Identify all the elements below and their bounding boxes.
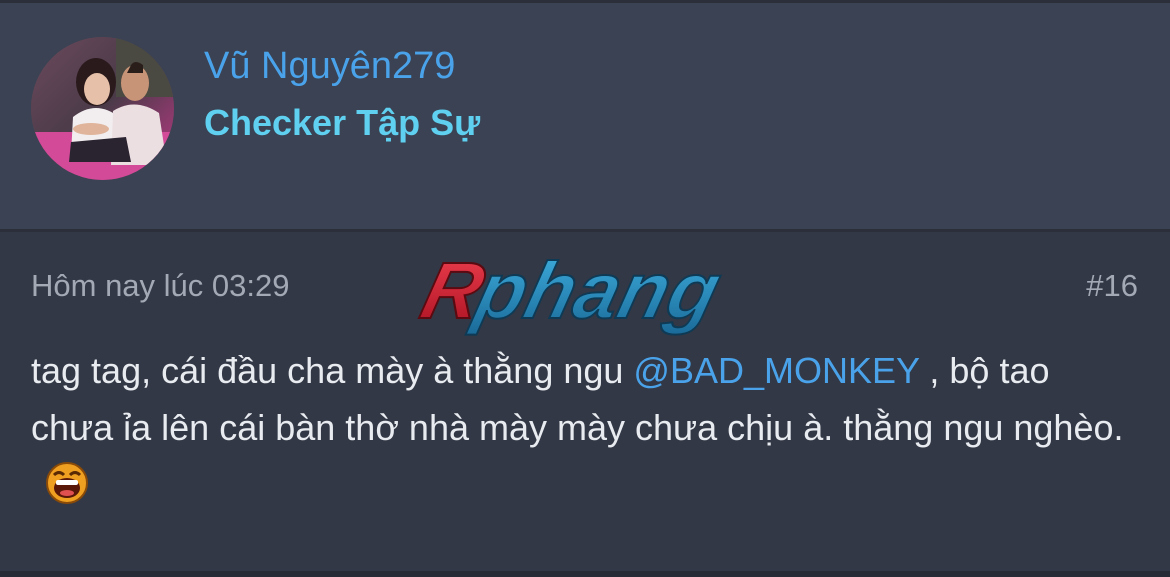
watermark-logo: R phang — [412, 245, 730, 337]
username[interactable]: Vũ Nguyên279 — [204, 43, 455, 89]
message-text-start: tag tag, cái đầu cha mày à thằng ngu — [31, 350, 634, 391]
avatar-photo-icon — [31, 37, 174, 180]
user-avatar[interactable] — [31, 37, 174, 180]
laughing-emoji-icon — [45, 461, 89, 521]
forum-post: Vũ Nguyên279 Checker Tập Sự Hôm nay lúc … — [0, 0, 1170, 577]
post-number-link[interactable]: #16 — [1086, 266, 1138, 306]
post-bottom-edge — [0, 571, 1170, 577]
svg-text:phang: phang — [465, 246, 729, 336]
user-rank-title: Checker Tập Sự — [204, 102, 481, 143]
post-timestamp[interactable]: Hôm nay lúc 03:29 — [31, 266, 289, 306]
user-mention-link[interactable]: @BAD_MONKEY — [633, 350, 919, 391]
post-body: Hôm nay lúc 03:29 R phang #16 tag tag, c… — [0, 232, 1170, 571]
post-user-header: Vũ Nguyên279 Checker Tập Sự — [0, 0, 1170, 229]
post-message: tag tag, cái đầu cha mày à thằng ngu @BA… — [31, 342, 1141, 521]
